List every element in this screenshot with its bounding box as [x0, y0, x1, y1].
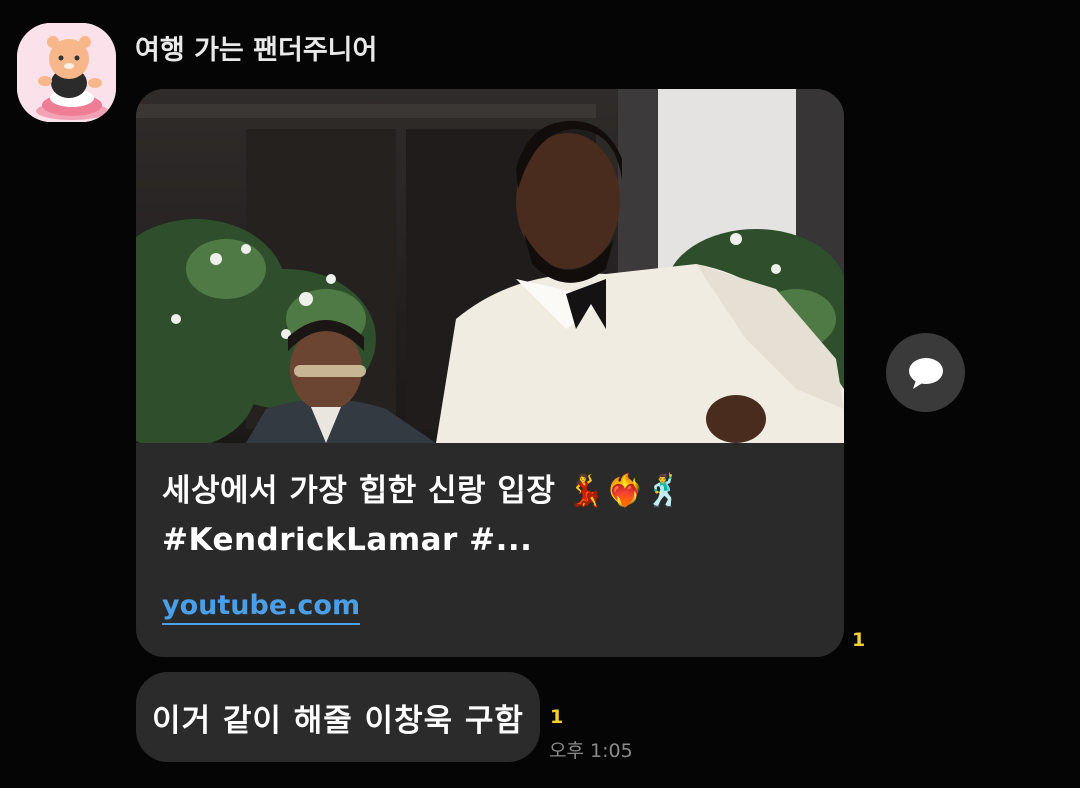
message-timestamp: 오후 1:05	[549, 740, 633, 762]
link-preview-card[interactable]: 세상에서 가장 힙한 신랑 입장 💃❤️‍🔥🕺 #KendrickLamar #…	[136, 89, 844, 657]
video-thumbnail-image	[136, 89, 844, 443]
link-title-line2: #KendrickLamar #...	[162, 522, 533, 558]
link-domain[interactable]: youtube.com	[162, 589, 361, 625]
sender-name: 여행 가는 팬더주니어	[135, 35, 378, 66]
link-title-line1: 세상에서 가장 힙한 신랑 입장 💃❤️‍🔥🕺	[162, 473, 684, 509]
unread-count-message: 1	[550, 706, 564, 728]
unread-count-link: 1	[852, 629, 866, 651]
share-button[interactable]	[886, 333, 965, 412]
panda-avatar-icon	[17, 23, 116, 122]
speech-bubble-icon	[908, 357, 943, 389]
link-preview-text: 세상에서 가장 힙한 신랑 입장 💃❤️‍🔥🕺 #KendrickLamar #…	[162, 467, 822, 565]
video-thumbnail[interactable]	[136, 89, 844, 443]
message-text: 이거 같이 해줄 이창욱 구함	[152, 702, 524, 739]
avatar[interactable]	[17, 23, 116, 122]
message-bubble[interactable]: 이거 같이 해줄 이창욱 구함	[136, 672, 540, 762]
